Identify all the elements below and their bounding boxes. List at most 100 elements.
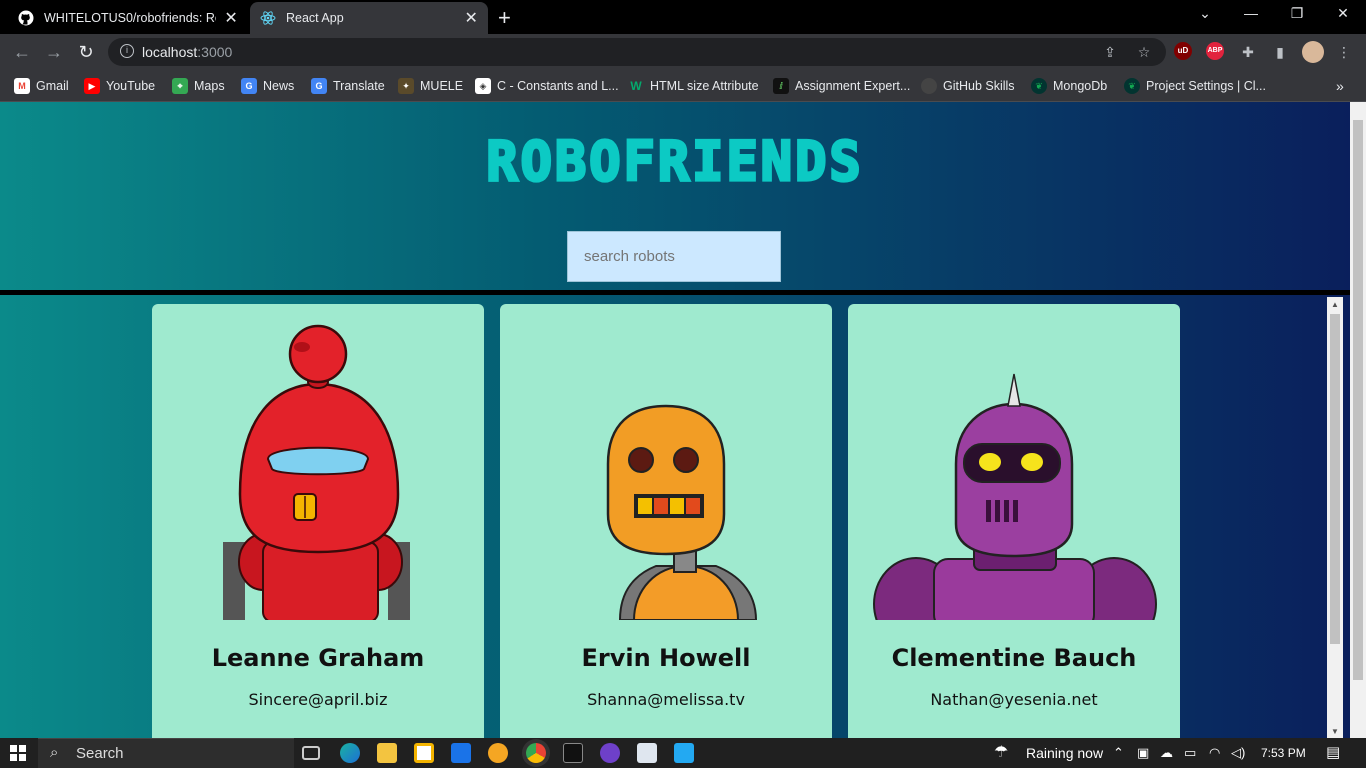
bookmark-label: HTML size Attribute — [650, 79, 759, 93]
tab-search-icon[interactable]: ⌄ — [1190, 5, 1220, 22]
bookmark-label: MUELE — [420, 79, 464, 93]
browser-toolbar: ← → ↻ i localhost:3000 ⇪ ☆ uD ABP ✚ ▮ ⋮ — [0, 34, 1366, 70]
chrome-icon[interactable] — [526, 743, 546, 763]
share-icon[interactable]: ⇪ — [1100, 42, 1120, 62]
edge-icon[interactable] — [340, 743, 360, 763]
notifications-icon[interactable]: ▤ — [1326, 743, 1340, 761]
scroll-down-arrow-icon[interactable]: ▼ — [1331, 727, 1339, 736]
onedrive-icon[interactable]: ☁ — [1160, 745, 1173, 761]
robot-email: Nathan@yesenia.net — [930, 690, 1098, 709]
bookmark-label: YouTube — [106, 79, 156, 93]
restore-icon[interactable]: ❐ — [1282, 5, 1312, 22]
bookmark-youtube[interactable]: ▶ YouTube — [84, 76, 155, 96]
bookmark-maps[interactable]: ⌖ Maps — [172, 76, 225, 96]
app-title-text: ROBOFRIENDS — [485, 129, 864, 195]
robot-name: Clementine Bauch — [891, 644, 1137, 672]
clock[interactable]: 7:53 PM — [1261, 746, 1306, 760]
battery-icon[interactable]: ▭ — [1184, 745, 1196, 761]
bookmark-project-settings[interactable]: ❦ Project Settings | Cl... — [1124, 76, 1266, 96]
extensions-icon[interactable]: ✚ — [1238, 42, 1258, 62]
close-window-icon[interactable]: ✕ — [1328, 5, 1358, 22]
tab-github[interactable]: WHITELOTUS0/robofriends: React ✕ — [8, 2, 248, 34]
task-view-icon[interactable] — [302, 746, 320, 760]
vscode-icon[interactable] — [674, 743, 694, 763]
github-icon — [921, 78, 937, 94]
bookmark-assignment-expert[interactable]: ⅈ Assignment Expert... — [773, 76, 910, 96]
mongodb-leaf-icon: ❦ — [1124, 78, 1140, 94]
tray-chevron-icon[interactable]: ⌃ — [1113, 745, 1124, 761]
mail-icon[interactable] — [451, 743, 471, 763]
bookmark-c-constants[interactable]: ◈ C - Constants and L... — [475, 76, 619, 96]
c-constants-icon: ◈ — [475, 78, 491, 94]
translate-icon: G — [311, 78, 327, 94]
url-port: :3000 — [197, 44, 233, 60]
robot-name: Ervin Howell — [581, 644, 751, 672]
bookmark-label: C - Constants and L... — [497, 79, 619, 93]
bookmark-news[interactable]: G News — [241, 76, 294, 96]
menu-icon[interactable]: ⋮ — [1334, 42, 1354, 62]
url-text: localhost:3000 — [142, 44, 232, 60]
weather-text[interactable]: Raining now — [1026, 745, 1103, 761]
scroll-up-arrow-icon[interactable]: ▲ — [1331, 300, 1339, 309]
robot-email: Shanna@melissa.tv — [587, 690, 745, 709]
forward-icon[interactable]: → — [42, 40, 66, 64]
bookmark-mongodb[interactable]: ❦ MongoDb — [1031, 76, 1107, 96]
new-tab-button[interactable]: + — [498, 5, 511, 31]
profile-avatar[interactable] — [1302, 41, 1324, 63]
reload-icon[interactable]: ↻ — [74, 40, 98, 64]
card-list-scroll-area: Leanne Graham Sincere@april.biz Ervin Ho… — [5, 295, 1328, 738]
address-bar[interactable]: i localhost:3000 ⇪ ☆ — [108, 38, 1166, 66]
url-host: localhost — [142, 44, 198, 60]
close-tab-icon[interactable]: ✕ — [224, 8, 238, 28]
file-explorer-icon[interactable] — [377, 743, 397, 763]
bookmark-html-size[interactable]: W HTML size Attribute — [628, 76, 759, 96]
tab-strip: WHITELOTUS0/robofriends: React ✕ React A… — [0, 0, 1366, 34]
meet-now-icon[interactable]: ▣ — [1137, 745, 1149, 761]
side-panel-icon[interactable]: ▮ — [1270, 42, 1290, 62]
site-info-icon[interactable]: i — [120, 44, 134, 58]
minimize-icon[interactable]: — — [1236, 5, 1266, 21]
bookmark-label: Translate — [333, 79, 385, 93]
tab-react-app[interactable]: React App ✕ — [250, 2, 488, 34]
notepad-icon[interactable] — [637, 743, 657, 763]
windows-start-icon[interactable] — [10, 745, 26, 761]
page-viewport: ROBOFRIENDS Leanne Graham Sincere@april.… — [0, 102, 1350, 738]
taskbar-search-label: Search — [76, 745, 124, 762]
robot-avatar-image — [223, 324, 410, 620]
bookmark-label: MongoDb — [1053, 79, 1108, 93]
app-title: ROBOFRIENDS — [0, 129, 1350, 195]
card-list-scrollbar[interactable]: ▲ ▼ — [1327, 297, 1343, 738]
browser-chrome: WHITELOTUS0/robofriends: React ✕ React A… — [0, 0, 1366, 102]
store-icon[interactable] — [414, 743, 434, 763]
close-tab-icon[interactable]: ✕ — [464, 8, 478, 28]
volume-icon[interactable]: ◁) — [1231, 745, 1245, 761]
page-scrollbar[interactable] — [1350, 102, 1366, 738]
weather-icon[interactable]: ☂ — [994, 742, 1008, 762]
robot-card[interactable]: Leanne Graham Sincere@april.biz — [152, 304, 484, 738]
tab-title: React App — [286, 11, 344, 25]
bookmark-github-skills[interactable]: GitHub Skills — [921, 76, 1015, 96]
robot-card[interactable]: Ervin Howell Shanna@melissa.tv — [500, 304, 832, 738]
bookmark-translate[interactable]: G Translate — [311, 76, 385, 96]
bookmark-label: Assignment Expert... — [795, 79, 911, 93]
scrollbar-thumb[interactable] — [1330, 314, 1340, 644]
bookmark-label: News — [263, 79, 295, 93]
back-icon[interactable]: ← — [10, 40, 34, 64]
robot-card[interactable]: Clementine Bauch Nathan@yesenia.net — [848, 304, 1180, 738]
bookmark-gmail[interactable]: M Gmail — [14, 76, 69, 96]
bookmark-star-icon[interactable]: ☆ — [1134, 42, 1154, 62]
terminal-icon[interactable] — [563, 743, 583, 763]
github-desktop-icon[interactable] — [600, 743, 620, 763]
robot-name: Leanne Graham — [211, 644, 425, 672]
page-scrollbar-thumb[interactable] — [1353, 120, 1363, 680]
more-bookmarks-icon[interactable]: » — [1336, 76, 1344, 96]
search-input[interactable] — [567, 231, 781, 282]
search-icon: ⌕ — [50, 744, 59, 761]
ublock-icon[interactable]: uD — [1174, 42, 1192, 60]
taskbar-search[interactable]: ⌕ Search — [38, 738, 294, 768]
wifi-icon[interactable]: ◠ — [1209, 745, 1220, 761]
robot-avatar-image — [873, 373, 1157, 620]
bookmark-muele[interactable]: ✦ MUELE — [398, 76, 463, 96]
chrome-canary-icon[interactable] — [488, 743, 508, 763]
adblock-plus-icon[interactable]: ABP — [1206, 42, 1224, 60]
